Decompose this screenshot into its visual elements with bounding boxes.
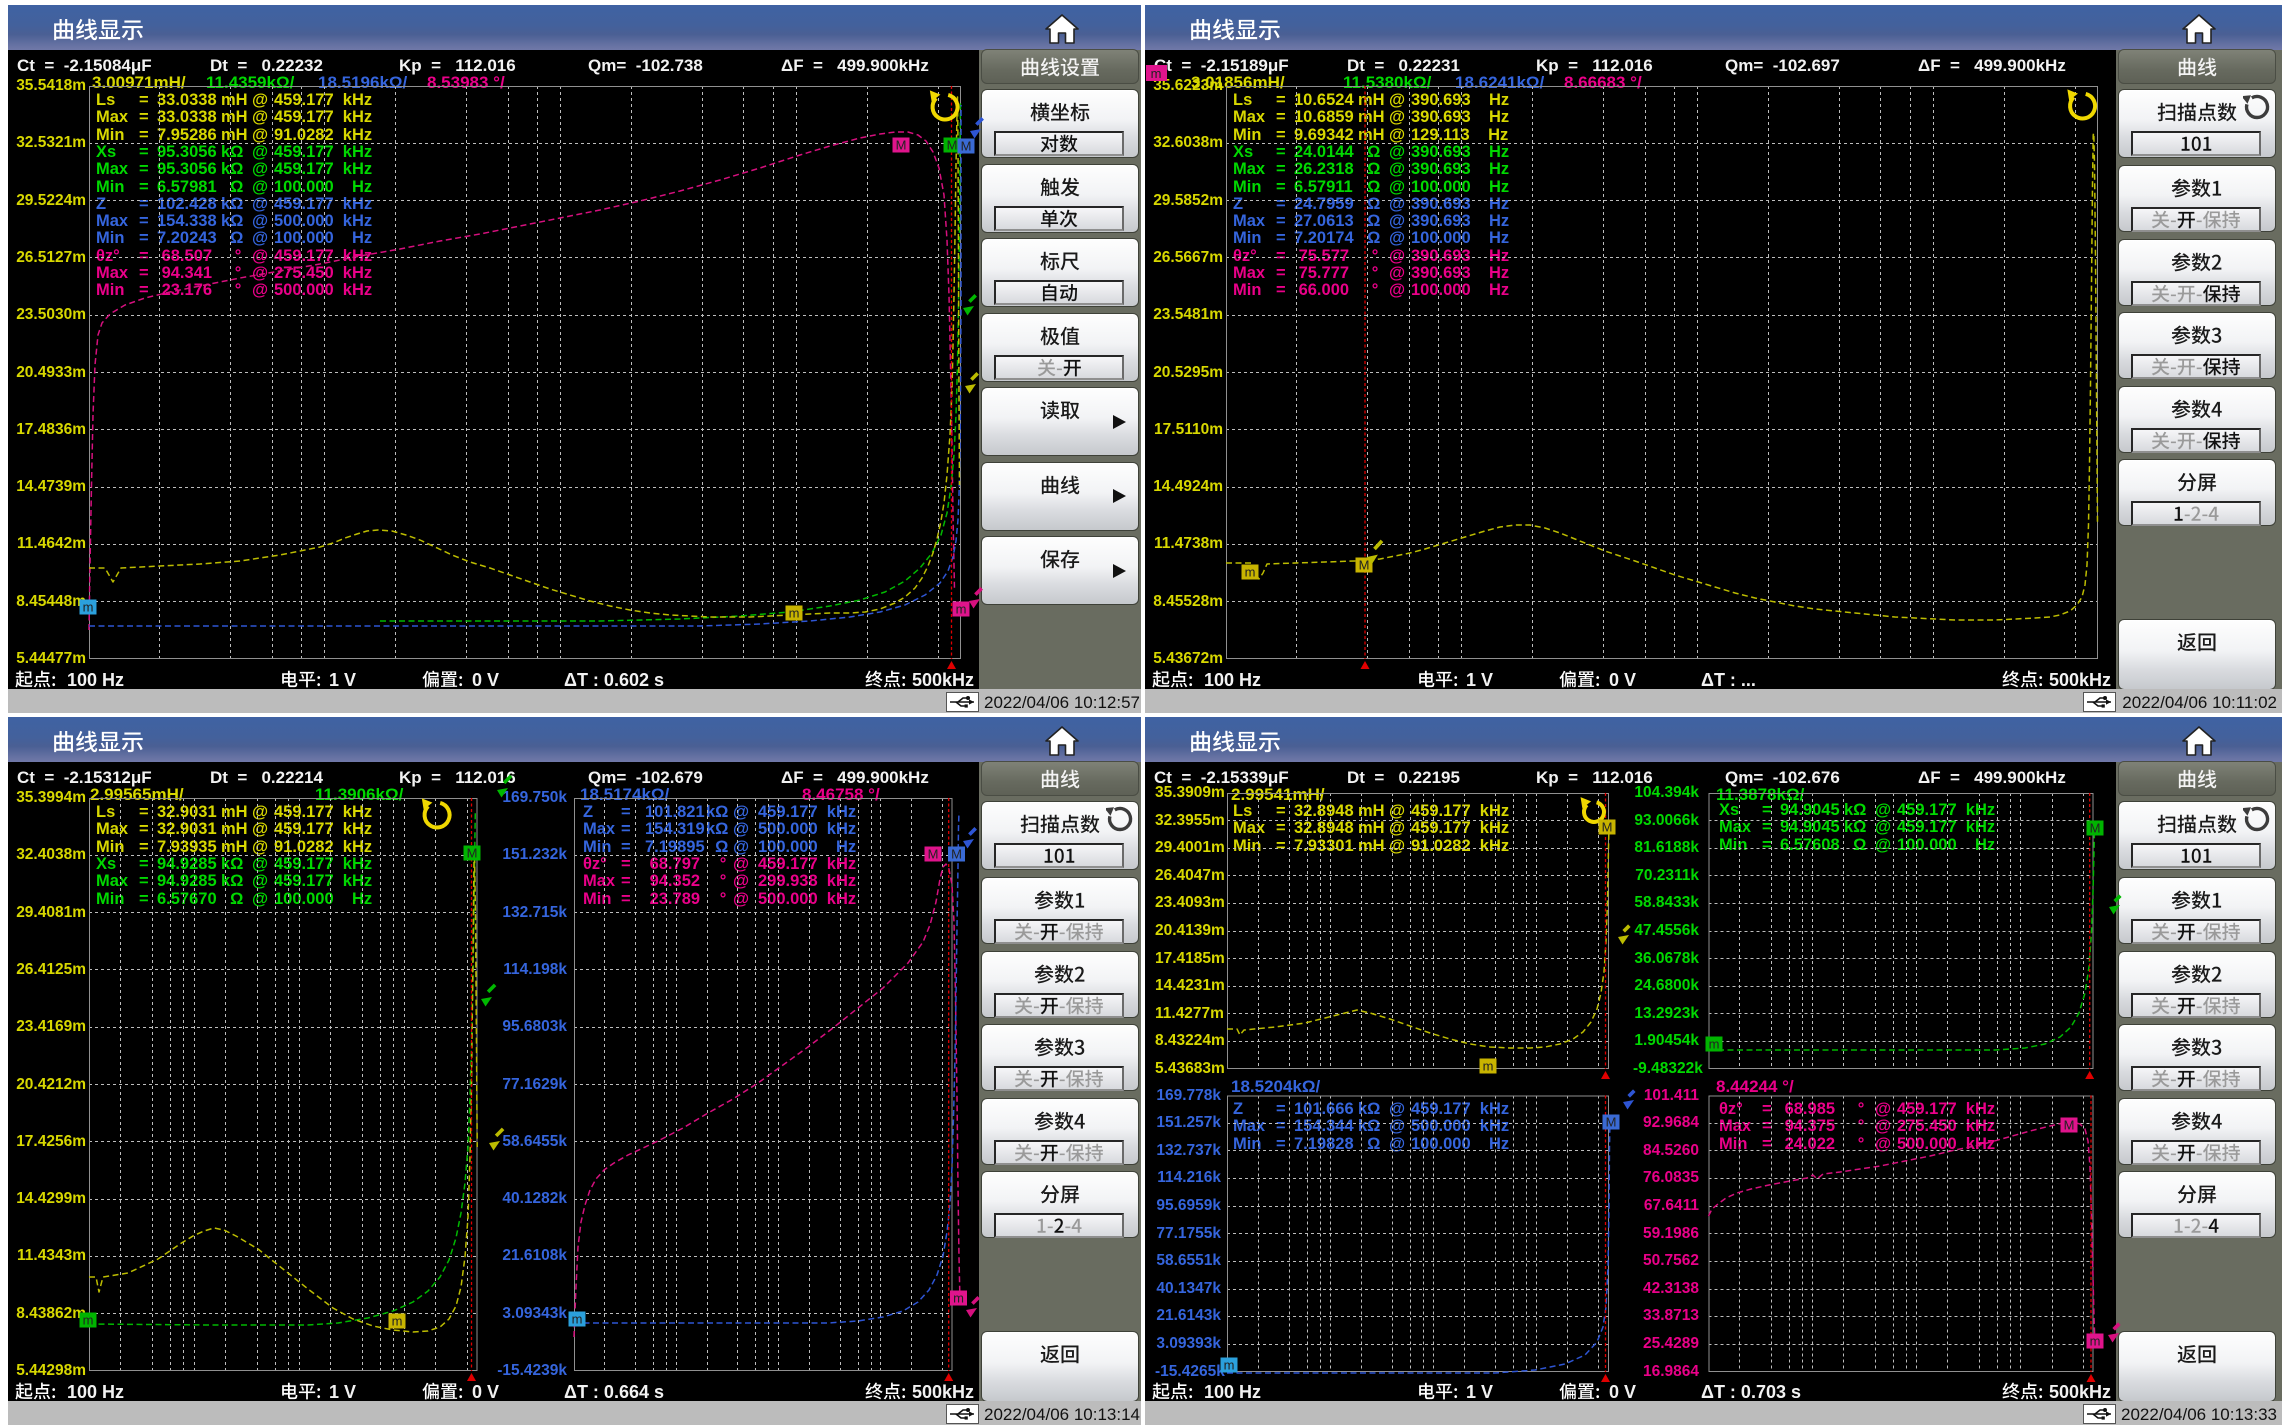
svg-text:m: m <box>956 602 967 617</box>
svg-text:M: M <box>2064 1118 2075 1133</box>
svg-text:M: M <box>961 139 972 154</box>
svg-text:M: M <box>1606 1115 1617 1130</box>
svg-text:m: m <box>1245 565 1256 580</box>
svg-text:M: M <box>928 847 939 862</box>
svg-text:M: M <box>947 138 958 153</box>
svg-text:m: m <box>2090 1334 2101 1349</box>
svg-text:m: m <box>789 606 800 621</box>
svg-text:M: M <box>1359 558 1370 573</box>
svg-text:m: m <box>953 1291 964 1306</box>
svg-text:m: m <box>1483 1059 1494 1074</box>
svg-text:M: M <box>1602 820 1613 835</box>
svg-text:m: m <box>392 1314 403 1329</box>
svg-text:M: M <box>951 847 962 862</box>
svg-text:M: M <box>467 846 478 861</box>
svg-text:m: m <box>83 1313 94 1328</box>
svg-text:m: m <box>572 1312 583 1327</box>
svg-text:M: M <box>2090 821 2101 836</box>
svg-text:m: m <box>1224 1358 1235 1373</box>
svg-text:m: m <box>1709 1037 1720 1052</box>
svg-text:m: m <box>83 600 94 615</box>
svg-text:M: M <box>896 138 907 153</box>
